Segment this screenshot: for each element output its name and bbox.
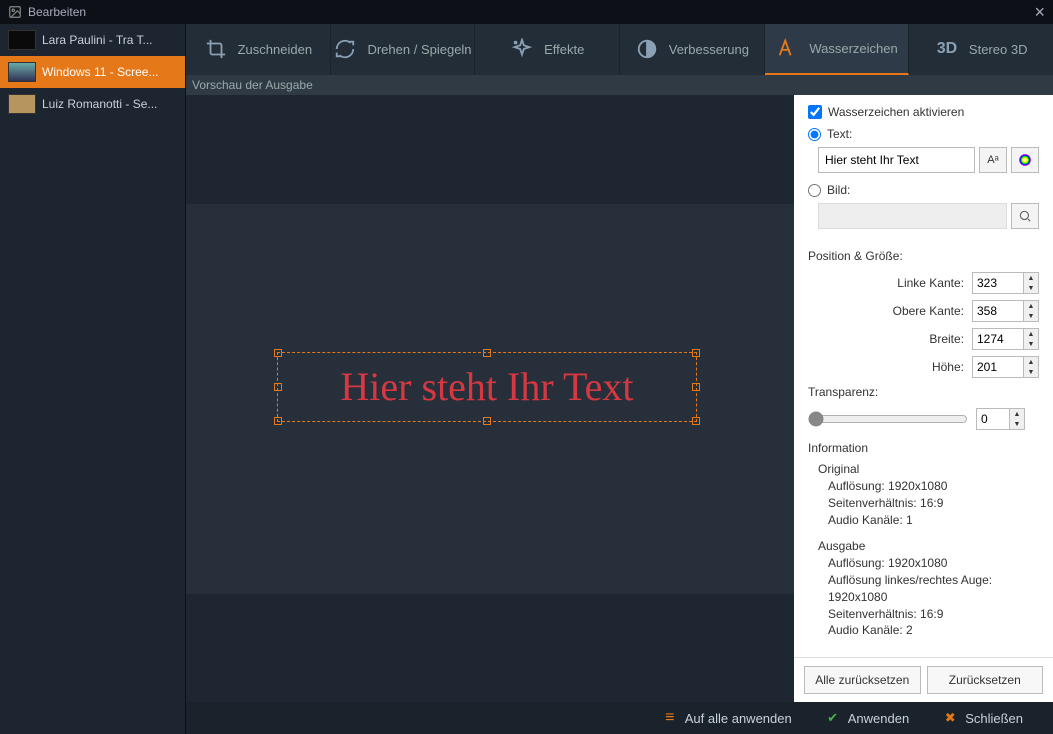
spin-down-icon[interactable]: ▼ — [1024, 339, 1038, 349]
info-resolution: Auflösung: 1920x1080 — [828, 478, 1039, 495]
info-eye-resolution: Auflösung linkes/rechtes Auge: 1920x1080 — [828, 572, 1039, 606]
watermark-icon — [775, 36, 799, 60]
spin-up-icon[interactable]: ▲ — [1010, 409, 1024, 419]
dialog-footer: ≡ Auf alle anwenden ✔ Anwenden ✖ Schließ… — [186, 702, 1053, 734]
width-label: Breite: — [808, 332, 972, 346]
left-edge-input[interactable] — [972, 272, 1024, 294]
sparkle-icon — [510, 37, 534, 61]
spin-up-icon[interactable]: ▲ — [1024, 329, 1038, 339]
width-input[interactable] — [972, 328, 1024, 350]
file-list-item[interactable]: Lara Paulini - Tra T... — [0, 24, 185, 56]
transparency-slider[interactable] — [808, 411, 968, 427]
watermark-text-input[interactable] — [818, 147, 975, 173]
watermark-text-preview: Hier steht Ihr Text — [278, 353, 696, 421]
apply-all-button[interactable]: ≡ Auf alle anwenden — [663, 711, 792, 726]
spin-down-icon[interactable]: ▼ — [1024, 367, 1038, 377]
font-button[interactable]: Aᵃ — [979, 147, 1007, 173]
file-thumbnail — [8, 94, 36, 114]
close-window-icon[interactable]: × — [1034, 2, 1045, 23]
image-path-field — [818, 203, 1007, 229]
close-button[interactable]: ✖ Schließen — [943, 711, 1023, 726]
file-list-item[interactable]: Luiz Romanotti - Se... — [0, 88, 185, 120]
spin-down-icon[interactable]: ▼ — [1010, 419, 1024, 429]
reset-button[interactable]: Zurücksetzen — [927, 666, 1044, 694]
resize-handle[interactable] — [483, 349, 491, 357]
spin-up-icon[interactable]: ▲ — [1024, 301, 1038, 311]
contrast-icon — [635, 37, 659, 61]
close-icon: ✖ — [943, 711, 957, 725]
file-label: Luiz Romanotti - Se... — [42, 97, 157, 111]
rotate-icon — [333, 37, 357, 61]
apply-button[interactable]: ✔ Anwenden — [826, 711, 909, 726]
reset-all-button[interactable]: Alle zurücksetzen — [804, 666, 921, 694]
spin-down-icon[interactable]: ▼ — [1024, 283, 1038, 293]
file-thumbnail — [8, 62, 36, 82]
stereo3d-icon: 3D — [935, 37, 959, 61]
info-original-title: Original — [818, 461, 1039, 478]
activate-watermark-checkbox[interactable]: Wasserzeichen aktivieren — [808, 105, 1039, 119]
toolbar: Zuschneiden Drehen / Spiegeln Effekte Ve… — [186, 24, 1053, 75]
resize-handle[interactable] — [692, 349, 700, 357]
top-edge-label: Obere Kante: — [808, 304, 972, 318]
info-aspect: Seitenverhältnis: 16:9 — [828, 606, 1039, 623]
transparency-label: Transparenz: — [794, 381, 1053, 405]
tool-enhance[interactable]: Verbesserung — [620, 24, 765, 75]
preview-area: Hier steht Ihr Text — [186, 95, 794, 702]
info-audio: Audio Kanäle: 1 — [828, 512, 1039, 529]
info-output-title: Ausgabe — [818, 538, 1039, 555]
file-thumbnail — [8, 30, 36, 50]
preview-subheader: Vorschau der Ausgabe — [186, 75, 1053, 96]
spin-down-icon[interactable]: ▼ — [1024, 311, 1038, 321]
info-aspect: Seitenverhältnis: 16:9 — [828, 495, 1039, 512]
file-label: Windows 11 - Scree... — [42, 65, 158, 79]
window-title: Bearbeiten — [28, 5, 86, 19]
watermark-text-radio[interactable]: Text: — [808, 127, 1039, 141]
info-resolution: Auflösung: 1920x1080 — [828, 555, 1039, 572]
tool-watermark[interactable]: Wasserzeichen — [765, 24, 910, 75]
height-input[interactable] — [972, 356, 1024, 378]
left-edge-label: Linke Kante: — [808, 276, 972, 290]
transparency-input[interactable] — [976, 408, 1010, 430]
resize-handle[interactable] — [274, 383, 282, 391]
position-section-label: Position & Größe: — [794, 245, 1053, 269]
browse-image-button[interactable] — [1011, 203, 1039, 229]
resize-handle[interactable] — [692, 417, 700, 425]
watermark-image-radio[interactable]: Bild: — [808, 183, 1039, 197]
resize-handle[interactable] — [274, 349, 282, 357]
spin-up-icon[interactable]: ▲ — [1024, 273, 1038, 283]
tool-rotate[interactable]: Drehen / Spiegeln — [331, 24, 476, 75]
color-button[interactable] — [1011, 147, 1039, 173]
tool-crop[interactable]: Zuschneiden — [186, 24, 331, 75]
tool-stereo3d[interactable]: 3D Stereo 3D — [909, 24, 1053, 75]
resize-handle[interactable] — [483, 417, 491, 425]
watermark-selection-box[interactable]: Hier steht Ihr Text — [277, 352, 697, 422]
apply-all-icon: ≡ — [663, 711, 677, 725]
file-list-item-selected[interactable]: Windows 11 - Scree... — [0, 56, 185, 88]
preview-canvas[interactable]: Hier steht Ihr Text — [186, 204, 794, 594]
top-edge-input[interactable] — [972, 300, 1024, 322]
height-label: Höhe: — [808, 360, 972, 374]
file-label: Lara Paulini - Tra T... — [42, 33, 153, 47]
crop-icon — [204, 37, 228, 61]
spin-up-icon[interactable]: ▲ — [1024, 357, 1038, 367]
check-icon: ✔ — [826, 711, 840, 725]
file-list-sidebar: Lara Paulini - Tra T... Windows 11 - Scr… — [0, 24, 186, 734]
title-bar: Bearbeiten × — [0, 0, 1053, 24]
tool-effects[interactable]: Effekte — [475, 24, 620, 75]
properties-panel: Wasserzeichen aktivieren Text: Aᵃ — [794, 95, 1053, 702]
info-section-title: Information — [808, 441, 1039, 455]
resize-handle[interactable] — [692, 383, 700, 391]
resize-handle[interactable] — [274, 417, 282, 425]
info-audio: Audio Kanäle: 2 — [828, 622, 1039, 639]
